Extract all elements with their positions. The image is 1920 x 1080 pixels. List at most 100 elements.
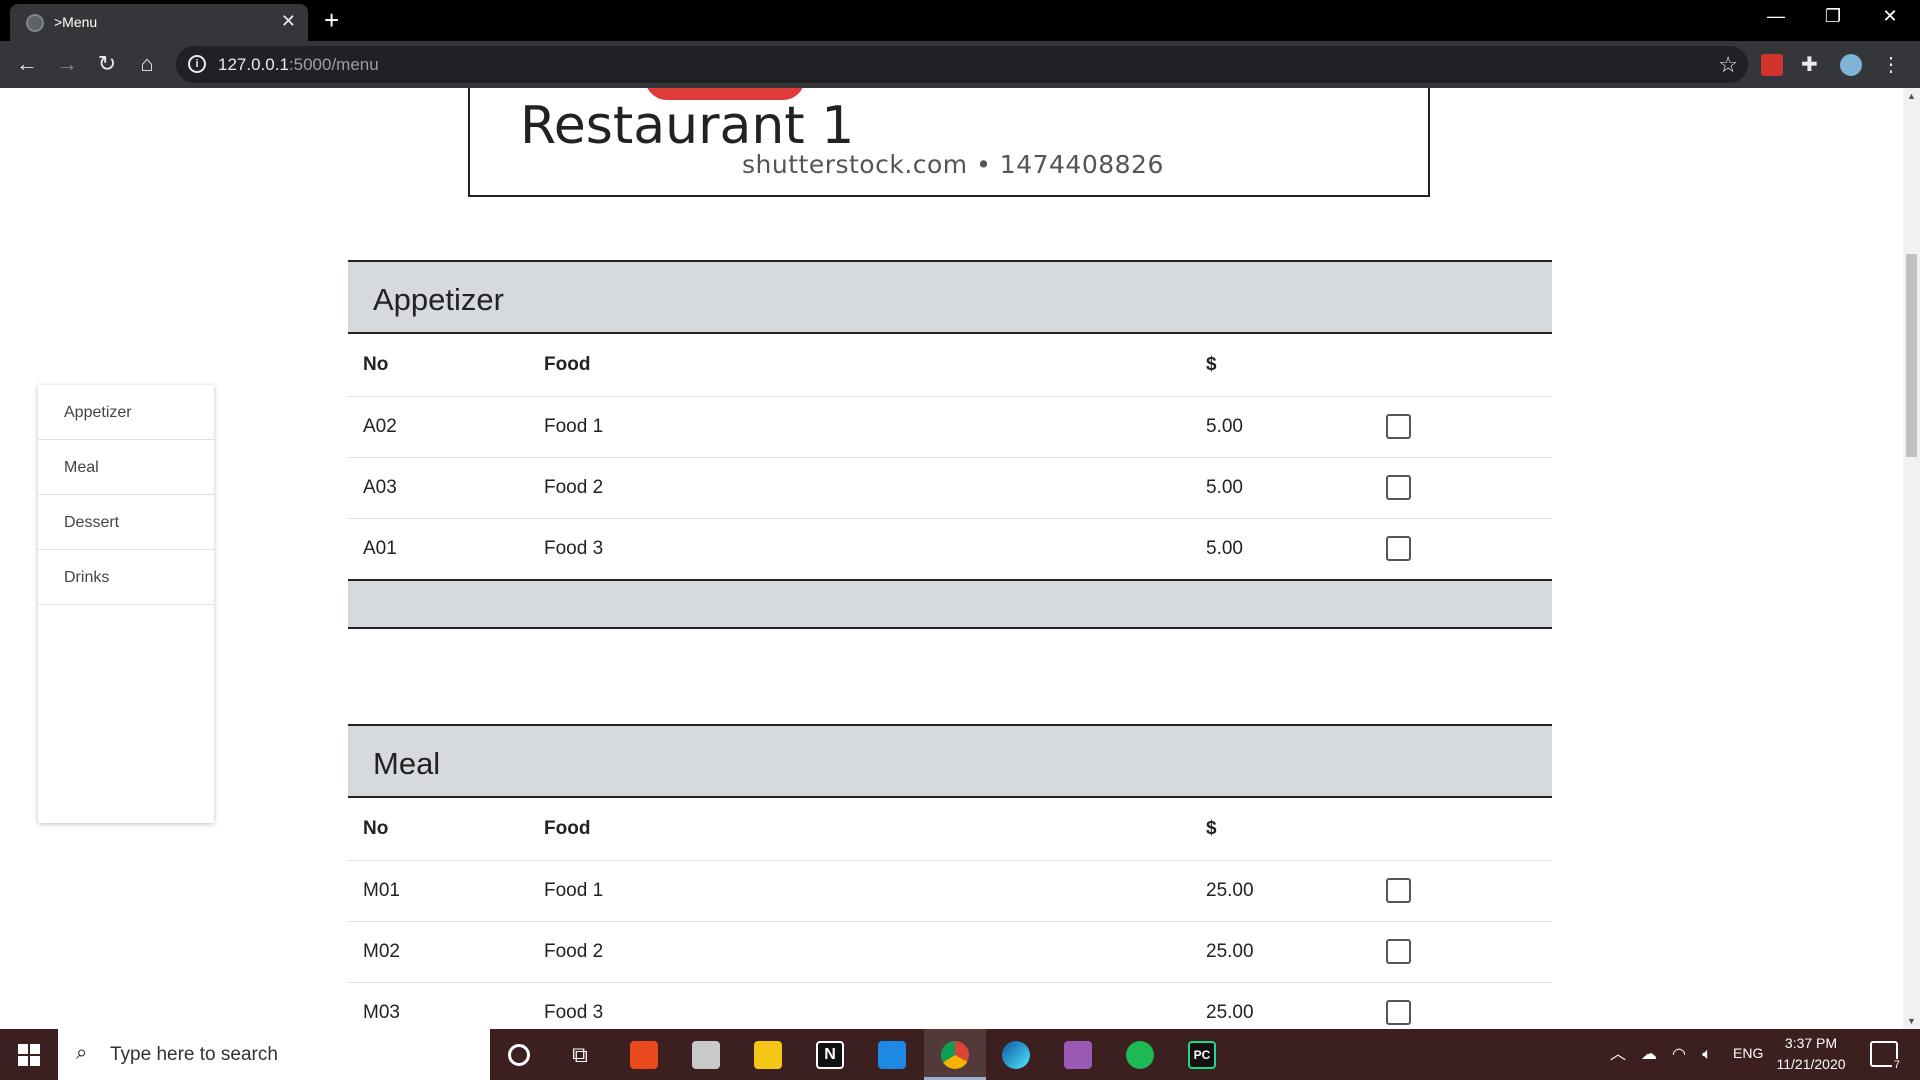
sidenav-item-appetizer[interactable]: Appetizer bbox=[38, 385, 214, 440]
restore-icon[interactable]: ❐ bbox=[1813, 6, 1853, 27]
column-header-price: $ bbox=[1191, 334, 1371, 397]
sidenav-item-meal[interactable]: Meal bbox=[38, 440, 214, 495]
scroll-down-arrow-icon[interactable]: ▼ bbox=[1907, 1016, 1916, 1026]
select-checkbox[interactable] bbox=[1386, 939, 1411, 964]
column-header-no: No bbox=[348, 798, 529, 861]
forward-icon[interactable]: → bbox=[53, 51, 81, 77]
column-header-food: Food bbox=[529, 798, 1191, 861]
section-footer bbox=[348, 579, 1552, 629]
extensions-puzzle-icon[interactable]: ✚ bbox=[1801, 54, 1823, 76]
pocket-extension-icon[interactable] bbox=[1761, 54, 1783, 76]
select-checkbox[interactable] bbox=[1386, 414, 1411, 439]
sidenav-item-dessert[interactable]: Dessert bbox=[38, 495, 214, 550]
item-price: 25.00 bbox=[1191, 860, 1371, 922]
page-scrollbar[interactable]: ▲ ▼ bbox=[1903, 88, 1920, 1029]
table-header-row: No Food $ bbox=[348, 334, 1552, 397]
section-title: Appetizer bbox=[348, 260, 1552, 334]
section-title: Meal bbox=[348, 724, 1552, 798]
restaurant-name: Restaurant 1 bbox=[520, 96, 855, 156]
address-bar[interactable]: i 127.0.0.1:5000/menu ☆ bbox=[176, 46, 1748, 83]
clock-time: 3:37 PM bbox=[1784, 1035, 1838, 1051]
column-header-select bbox=[1371, 798, 1552, 861]
item-price: 5.00 bbox=[1191, 396, 1371, 458]
new-tab-button[interactable]: + bbox=[324, 6, 339, 34]
table-row: A01 Food 3 5.00 bbox=[348, 518, 1552, 579]
table-row: M02 Food 2 25.00 bbox=[348, 921, 1552, 983]
profile-avatar[interactable] bbox=[1840, 54, 1862, 76]
item-food: Food 1 bbox=[529, 860, 1191, 922]
item-food: Food 1 bbox=[529, 396, 1191, 458]
sidenav-item-drinks[interactable]: Drinks bbox=[38, 550, 214, 605]
item-food: Food 2 bbox=[529, 921, 1191, 983]
edge-icon[interactable] bbox=[1002, 1041, 1030, 1069]
language-indicator[interactable]: ENG bbox=[1733, 1045, 1763, 1061]
scrollbar-thumb[interactable] bbox=[1906, 254, 1917, 457]
url-text[interactable]: 127.0.0.1:5000/menu bbox=[218, 55, 379, 75]
select-checkbox[interactable] bbox=[1386, 475, 1411, 500]
item-number: A02 bbox=[348, 396, 529, 458]
watermark-text: shutterstock.com • 1474408826 bbox=[742, 150, 1164, 179]
restaurant-logo: Restaurant 1 shutterstock.com • 14744088… bbox=[468, 88, 1430, 197]
item-number: A01 bbox=[363, 537, 397, 559]
notion-icon[interactable]: N bbox=[816, 1041, 844, 1069]
item-price: 25.00 bbox=[1206, 1001, 1254, 1023]
windows-taskbar: ⌕ Type here to search ⧉ N PC ︿ ☁ ◠ 🔈︎ EN… bbox=[0, 1029, 1920, 1080]
pycharm-icon[interactable]: PC bbox=[1188, 1041, 1216, 1069]
clock[interactable]: 3:37 PM 11/21/2020 bbox=[1766, 1033, 1856, 1075]
select-checkbox[interactable] bbox=[1386, 536, 1411, 562]
wifi-icon[interactable]: ◠ bbox=[1668, 1041, 1690, 1069]
search-placeholder[interactable]: Type here to search bbox=[110, 1044, 278, 1066]
item-number: M02 bbox=[348, 921, 529, 983]
table-header-row: No Food $ bbox=[348, 798, 1552, 861]
file-explorer-icon[interactable] bbox=[754, 1041, 782, 1069]
column-header-select bbox=[1371, 334, 1552, 397]
notification-count-badge: 7 bbox=[1891, 1059, 1902, 1071]
table-row: A02 Food 1 5.00 bbox=[348, 396, 1552, 458]
windows-start-icon[interactable] bbox=[18, 1044, 40, 1066]
appetizer-section: Appetizer No Food $ A02 Food 1 5.00 A03 … bbox=[348, 260, 1552, 629]
clock-date: 11/21/2020 bbox=[1776, 1056, 1846, 1072]
minimize-icon[interactable]: — bbox=[1756, 6, 1796, 27]
close-tab-icon[interactable]: ✕ bbox=[281, 11, 296, 32]
taskbar-search-box[interactable]: ⌕ Type here to search bbox=[58, 1029, 490, 1080]
reload-icon[interactable]: ↻ bbox=[93, 51, 121, 77]
menu-table: No Food $ M01 Food 1 25.00 M02 Food 2 25… bbox=[348, 798, 1552, 1029]
office-icon[interactable] bbox=[630, 1041, 658, 1069]
item-number: A03 bbox=[348, 457, 529, 519]
info-icon[interactable]: i bbox=[188, 55, 206, 73]
browser-tab[interactable]: >Menu ✕ bbox=[10, 4, 308, 41]
category-sidenav: Appetizer Meal Dessert Drinks bbox=[38, 385, 214, 823]
column-header-no: No bbox=[348, 334, 529, 397]
menu-kebab-icon[interactable]: ⋮ bbox=[1880, 54, 1902, 76]
close-window-icon[interactable]: ✕ bbox=[1870, 6, 1910, 27]
chrome-icon[interactable] bbox=[941, 1041, 969, 1069]
browser-toolbar: ← → ↻ ⌂ i 127.0.0.1:5000/menu ☆ ✚ ⋮ bbox=[0, 41, 1920, 88]
table-row: M03 Food 3 25.00 bbox=[348, 982, 1552, 1029]
back-icon[interactable]: ← bbox=[13, 51, 41, 77]
meal-section: Meal No Food $ M01 Food 1 25.00 M02 Food… bbox=[348, 724, 1552, 1029]
select-checkbox[interactable] bbox=[1386, 878, 1411, 903]
scroll-up-arrow-icon[interactable]: ▲ bbox=[1907, 91, 1916, 101]
table-row: A03 Food 2 5.00 bbox=[348, 457, 1552, 519]
mail-icon[interactable] bbox=[878, 1041, 906, 1069]
chat-app-icon[interactable] bbox=[1064, 1041, 1092, 1069]
item-number: M01 bbox=[348, 860, 529, 922]
store-icon[interactable] bbox=[692, 1041, 720, 1069]
notification-center-icon[interactable]: 7 bbox=[1870, 1041, 1902, 1071]
volume-icon[interactable]: 🔈︎ bbox=[1696, 1041, 1718, 1069]
item-food: Food 2 bbox=[529, 457, 1191, 519]
tray-chevron-icon[interactable]: ︿ bbox=[1608, 1041, 1628, 1069]
item-price: 25.00 bbox=[1191, 921, 1371, 983]
column-header-price: $ bbox=[1191, 798, 1371, 861]
item-food: Food 3 bbox=[544, 537, 604, 559]
onedrive-icon[interactable]: ☁ bbox=[1638, 1041, 1660, 1069]
select-checkbox[interactable] bbox=[1386, 1000, 1411, 1026]
item-price: 5.00 bbox=[1191, 457, 1371, 519]
home-icon[interactable]: ⌂ bbox=[133, 51, 161, 77]
task-view-icon[interactable]: ⧉ bbox=[566, 1041, 594, 1069]
cortana-icon[interactable] bbox=[508, 1044, 530, 1066]
spotify-icon[interactable] bbox=[1126, 1041, 1154, 1069]
bookmark-star-icon[interactable]: ☆ bbox=[1718, 52, 1738, 78]
tab-title: >Menu bbox=[54, 14, 98, 30]
menu-table: No Food $ A02 Food 1 5.00 A03 Food 2 5.0… bbox=[348, 334, 1552, 579]
